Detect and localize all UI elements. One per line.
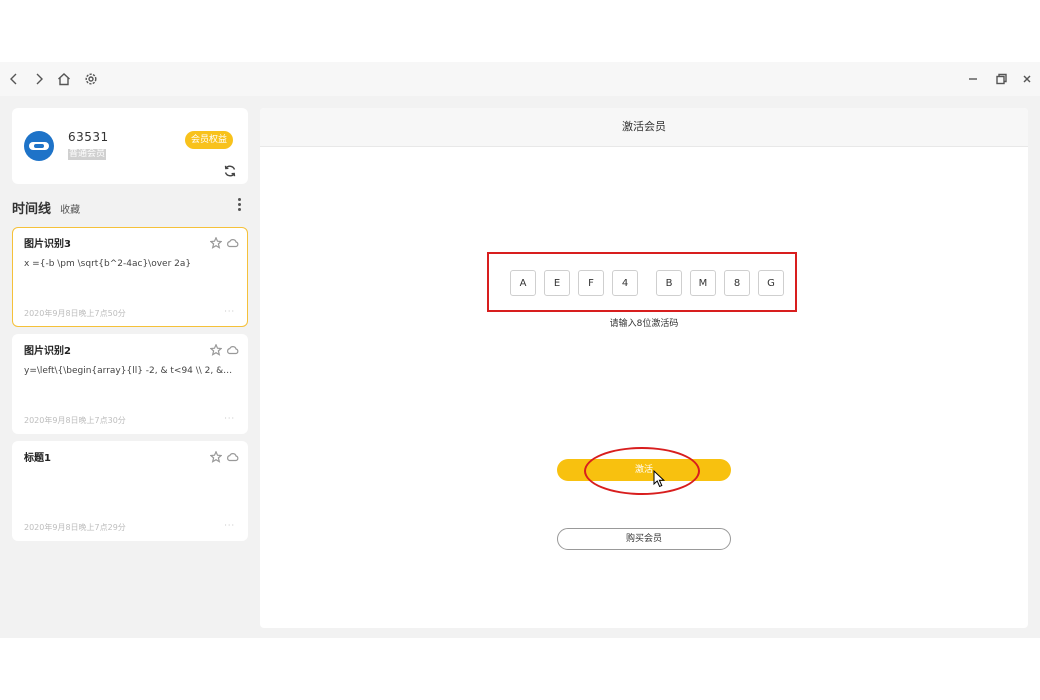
star-icon[interactable] — [209, 341, 223, 356]
note-more-icon[interactable]: ··· — [224, 307, 235, 316]
settings-icon[interactable] — [81, 69, 101, 89]
forward-icon[interactable] — [29, 69, 49, 89]
tab-favorites[interactable]: 收藏 — [60, 205, 80, 216]
minimize-icon[interactable] — [963, 69, 983, 89]
sync-icon[interactable] — [223, 163, 237, 177]
note-body: y=\left\{\begin{array}{ll} -2, & t<94 \\… — [24, 366, 234, 376]
code-input-5[interactable]: B — [656, 270, 682, 296]
activation-code-group: A E F 4 B M 8 G — [487, 252, 797, 312]
user-level: 普通会员 — [68, 149, 107, 160]
code-input-1[interactable]: A — [510, 270, 536, 296]
note-card[interactable]: 标题1 2020年9月8日晚上7点29分 ··· — [12, 441, 248, 541]
star-icon[interactable] — [209, 448, 223, 463]
restore-icon[interactable] — [991, 69, 1011, 89]
title-bar — [0, 62, 1040, 96]
note-title: 标题1 — [24, 453, 51, 464]
code-input-8[interactable]: G — [758, 270, 784, 296]
code-input-3[interactable]: F — [578, 270, 604, 296]
timeline-header: 时间线 收藏 — [12, 198, 80, 217]
user-name: 63531 — [68, 130, 109, 144]
note-more-icon[interactable]: ··· — [224, 414, 235, 423]
note-title: 图片识别2 — [24, 346, 71, 357]
note-body: x ={-b \pm \sqrt{b^2-4ac}\over 2a} — [24, 259, 192, 269]
star-icon[interactable] — [209, 234, 223, 249]
code-input-4[interactable]: 4 — [612, 270, 638, 296]
note-title: 图片识别3 — [24, 239, 71, 250]
note-card[interactable]: 图片识别2 y=\left\{\begin{array}{ll} -2, & t… — [12, 334, 248, 434]
note-date: 2020年9月8日晚上7点30分 — [24, 416, 126, 425]
note-card[interactable]: 图片识别3 x ={-b \pm \sqrt{b^2-4ac}\over 2a}… — [12, 227, 248, 327]
user-card: 63531 普通会员 会员权益 — [12, 108, 248, 184]
code-input-6[interactable]: M — [690, 270, 716, 296]
cloud-icon[interactable] — [226, 234, 239, 248]
avatar[interactable] — [24, 131, 54, 161]
buy-membership-button[interactable]: 购买会员 — [557, 528, 731, 550]
note-date: 2020年9月8日晚上7点50分 — [24, 309, 126, 318]
more-options-icon[interactable] — [234, 196, 244, 214]
page-title: 激活会员 — [260, 108, 1028, 147]
note-more-icon[interactable]: ··· — [224, 521, 235, 530]
close-icon[interactable] — [1017, 69, 1037, 89]
code-hint: 请输入8位激活码 — [609, 319, 679, 329]
app-window: 63531 普通会员 会员权益 时间线 收藏 图片识别3 x ={-b \pm … — [0, 62, 1040, 638]
note-date: 2020年9月8日晚上7点29分 — [24, 523, 126, 532]
cloud-icon[interactable] — [226, 448, 239, 462]
cloud-icon[interactable] — [226, 341, 239, 355]
highlight-oval — [584, 447, 700, 495]
home-icon[interactable] — [54, 69, 74, 89]
code-input-7[interactable]: 8 — [724, 270, 750, 296]
mouse-cursor-icon — [653, 469, 667, 488]
activation-panel: 激活会员 A E F 4 B M 8 G 请输入8位激活码 激活 购买会员 — [260, 108, 1028, 628]
code-input-2[interactable]: E — [544, 270, 570, 296]
vip-benefits-button[interactable]: 会员权益 — [185, 131, 233, 149]
tab-timeline[interactable]: 时间线 — [12, 202, 51, 217]
back-icon[interactable] — [4, 69, 24, 89]
